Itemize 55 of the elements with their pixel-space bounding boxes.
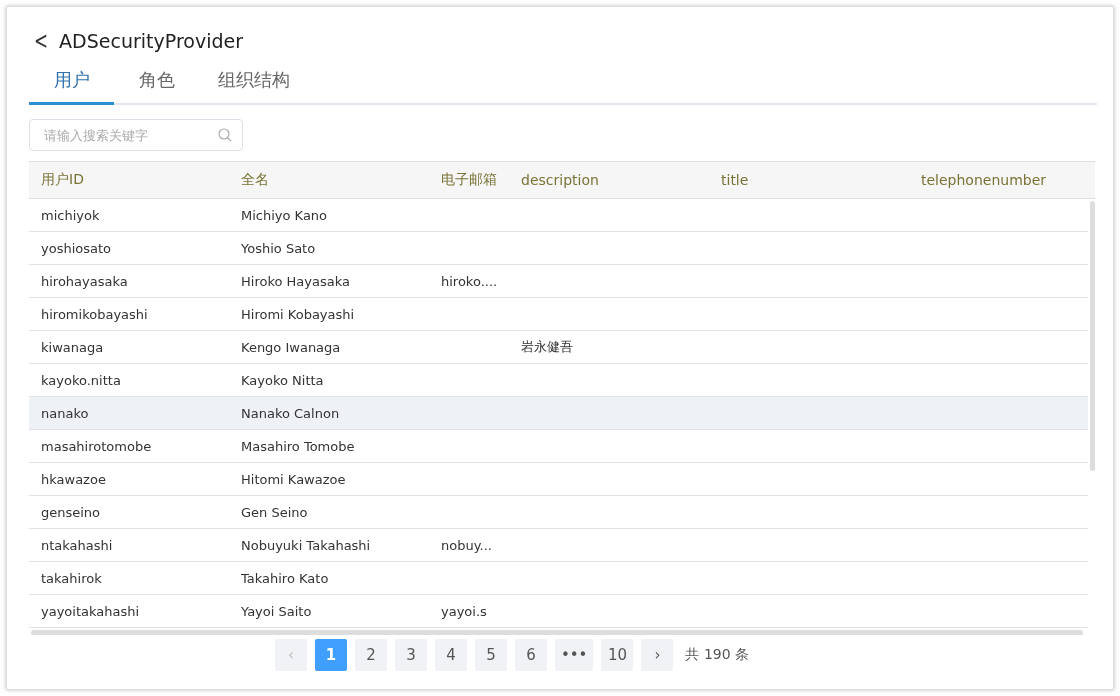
- column-header: 用户ID: [40, 171, 85, 189]
- table-cell-text: Hiromi Kobayashi: [240, 306, 356, 322]
- back-button[interactable]: <: [32, 30, 50, 52]
- page-button[interactable]: 5: [474, 639, 507, 671]
- page-title: ADSecurityProvider: [59, 30, 243, 52]
- tab[interactable]: 角色: [114, 63, 199, 105]
- page-button[interactable]: 10: [601, 639, 634, 671]
- tab[interactable]: 组织结构: [199, 63, 309, 105]
- table-cell-text: michiyok: [40, 207, 101, 223]
- table-cell-text: kayoko.nitta: [40, 372, 122, 388]
- table-cell-text: Takahiro Kato: [240, 570, 330, 586]
- table-cell-text: Kayoko Nitta: [240, 372, 325, 388]
- table-cell-text: yayoi.s: [440, 603, 488, 619]
- table-cell-text: Gen Seino: [240, 504, 309, 520]
- column-header: description: [520, 172, 600, 188]
- table-cell-text: Hitomi Kawazoe: [240, 471, 347, 487]
- page-button[interactable]: 6: [514, 639, 547, 671]
- page-button[interactable]: 4: [434, 639, 467, 671]
- page-button[interactable]: 3: [394, 639, 427, 671]
- table-cell-text: takahirok: [40, 570, 103, 586]
- tab[interactable]: 用户: [29, 63, 114, 105]
- table-cell-text: Yayoi Saito: [240, 603, 313, 619]
- table-cell-text: hirohayasaka: [40, 273, 129, 289]
- table-cell-text: hkawazoe: [40, 471, 107, 487]
- column-header: title: [720, 172, 750, 188]
- table-cell-text: yoshiosato: [40, 240, 112, 256]
- table-cell-text: yayoitakahashi: [40, 603, 141, 619]
- table-cell-text: Yoshio Sato: [240, 240, 317, 256]
- vertical-scrollbar[interactable]: [1090, 201, 1095, 471]
- search-field[interactable]: 请输入搜索关键字: [29, 119, 243, 151]
- table-cell-text: genseino: [40, 504, 102, 520]
- total-count: 共 190 条: [685, 646, 750, 664]
- table-cell-text: hiroko....: [440, 273, 499, 289]
- table-cell-text: Hiroko Hayasaka: [240, 273, 351, 289]
- next-page-button[interactable]: ›: [641, 639, 674, 671]
- table-cell-text: kiwanaga: [40, 339, 105, 355]
- horizontal-scrollbar[interactable]: [31, 630, 1083, 635]
- column-header: 电子邮箱: [440, 171, 498, 189]
- table-row[interactable]: nanako Nanako Calnon: [29, 397, 1088, 430]
- search-icon: [218, 128, 232, 142]
- table-cell-text: Michiyo Kano: [240, 207, 329, 223]
- table-cell-text: Masahiro Tomobe: [240, 438, 356, 454]
- table-cell-text: 岩永健吾: [520, 338, 574, 356]
- table-cell-text: nanako: [40, 405, 90, 421]
- table-cell-text: ntakahashi: [40, 537, 114, 553]
- table-cell-text: hiromikobayashi: [40, 306, 149, 322]
- table-cell-text: Kengo Iwanaga: [240, 339, 342, 355]
- page-button[interactable]: •••: [554, 639, 594, 671]
- table-cell-text: Nobuyuki Takahashi: [240, 537, 372, 553]
- table-cell-text: Nanako Calnon: [240, 405, 341, 421]
- column-header: 全名: [240, 171, 270, 189]
- column-header: telephonenumber: [920, 172, 1048, 188]
- table-cell-text: nobuy...: [440, 537, 493, 553]
- page-button[interactable]: 2: [354, 639, 387, 671]
- table-cell-text: masahirotomobe: [40, 438, 153, 454]
